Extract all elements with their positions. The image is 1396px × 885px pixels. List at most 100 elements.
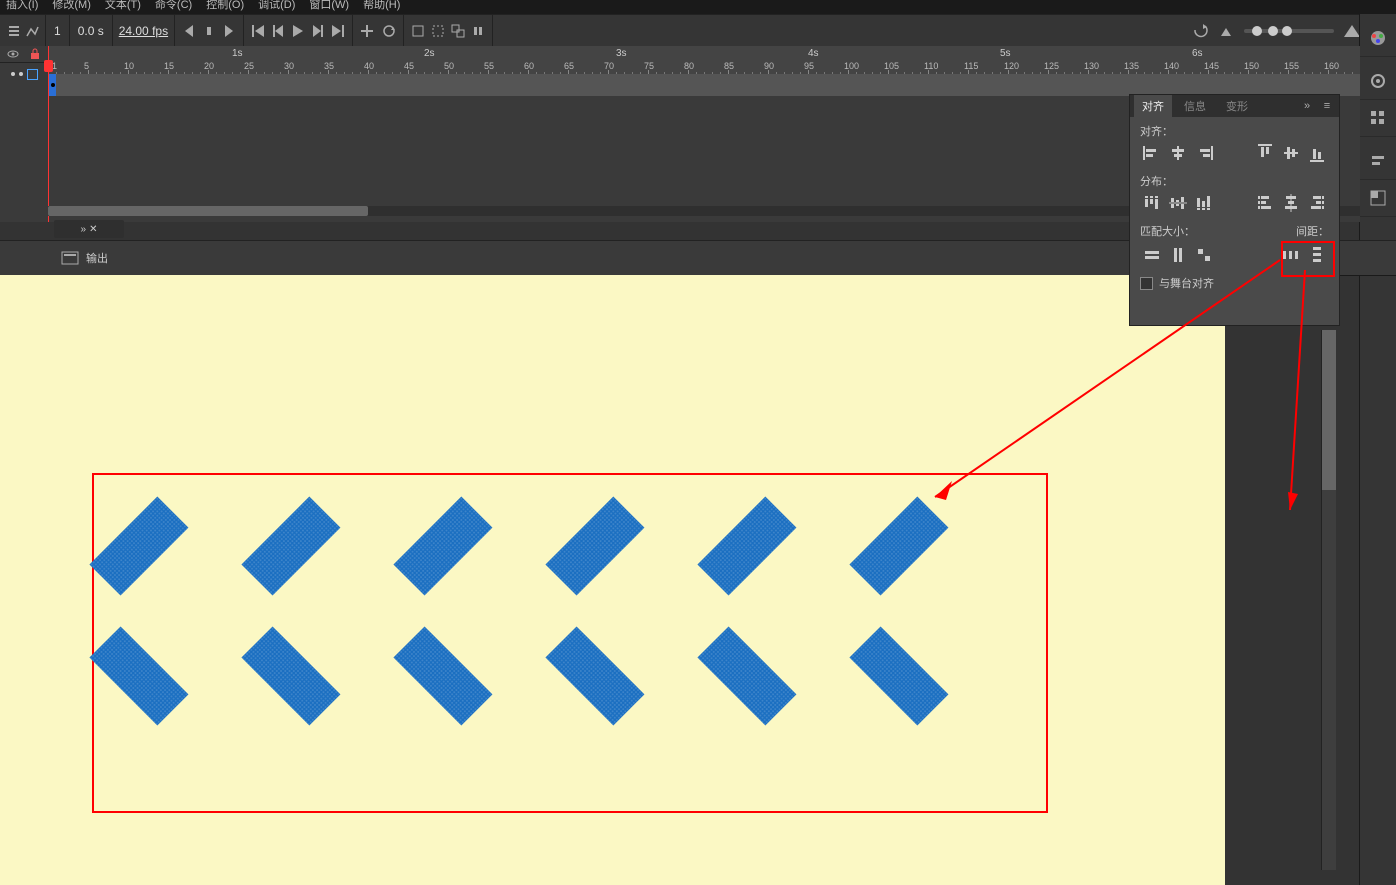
menu-control[interactable]: 控制(O) bbox=[206, 0, 244, 12]
tab-info[interactable]: 信息 bbox=[1176, 95, 1214, 117]
to-stage-checkbox[interactable] bbox=[1140, 277, 1153, 290]
menu-modify[interactable]: 修改(M) bbox=[52, 0, 91, 12]
timeline-track[interactable] bbox=[48, 74, 1360, 96]
dock-properties-icon[interactable] bbox=[1360, 63, 1396, 100]
distribute-top-icon[interactable] bbox=[1140, 193, 1164, 213]
match-height-icon[interactable] bbox=[1166, 245, 1190, 265]
menu-text[interactable]: 文本(T) bbox=[105, 0, 141, 12]
layer-visible-icon[interactable] bbox=[11, 72, 15, 76]
ruler-frame-number: 55 bbox=[484, 61, 494, 71]
playhead[interactable] bbox=[48, 46, 49, 222]
align-hcenter-icon[interactable] bbox=[1166, 143, 1190, 163]
ruler-frame-number: 25 bbox=[244, 61, 254, 71]
ruler-second-label: 4s bbox=[808, 48, 819, 59]
edit-multiple-icon[interactable] bbox=[450, 23, 466, 39]
ruler-frame-number: 65 bbox=[564, 61, 574, 71]
stage-container bbox=[0, 275, 1336, 885]
ruler-frame-number: 50 bbox=[444, 61, 454, 71]
timeline-menu-icon[interactable] bbox=[6, 23, 22, 39]
chevron-shape[interactable] bbox=[257, 510, 385, 710]
align-right-icon[interactable] bbox=[1192, 143, 1216, 163]
step-forward-icon[interactable] bbox=[310, 23, 326, 39]
chevron-shape[interactable] bbox=[561, 510, 689, 710]
elapsed-time: 0.0 s bbox=[76, 24, 106, 38]
align-top-icon[interactable] bbox=[1253, 143, 1277, 163]
loop-icon[interactable] bbox=[381, 23, 397, 39]
menu-insert[interactable]: 插入(I) bbox=[6, 0, 38, 12]
ruler-second-label: 6s bbox=[1192, 48, 1203, 59]
layer-outline-icon[interactable] bbox=[27, 69, 38, 80]
ruler-frame-number: 125 bbox=[1044, 61, 1059, 71]
chevron-shape[interactable] bbox=[865, 510, 993, 710]
ruler-frame-number: 140 bbox=[1164, 61, 1179, 71]
menu-debug[interactable]: 调试(D) bbox=[258, 0, 295, 12]
keyframe-1[interactable] bbox=[48, 74, 56, 96]
timeline-ruler[interactable]: 1s2s3s4s5s6s1510152025303540455055606570… bbox=[48, 46, 1360, 75]
ruler-second-label: 5s bbox=[1000, 48, 1011, 59]
ruler-frame-number: 40 bbox=[364, 61, 374, 71]
space-horizontal-icon[interactable] bbox=[1279, 245, 1303, 265]
ruler-frame-number: 15 bbox=[164, 61, 174, 71]
zoom-large-icon[interactable] bbox=[1344, 23, 1360, 39]
chevron-shape[interactable] bbox=[409, 510, 537, 710]
visibility-column-icon[interactable] bbox=[5, 46, 21, 62]
space-vertical-icon[interactable] bbox=[1305, 245, 1329, 265]
panel-collapse-icon[interactable]: » bbox=[1299, 98, 1315, 114]
distribute-vcenter-icon[interactable] bbox=[1166, 193, 1190, 213]
lock-column-icon[interactable] bbox=[27, 46, 43, 62]
onion-outline-icon[interactable] bbox=[430, 23, 446, 39]
layer-lock-icon[interactable] bbox=[19, 72, 23, 76]
menu-commands[interactable]: 命令(C) bbox=[155, 0, 192, 12]
output-label[interactable]: 输出 bbox=[86, 250, 108, 266]
zoom-small-icon[interactable] bbox=[1218, 23, 1234, 39]
insert-frame-icon[interactable] bbox=[359, 23, 375, 39]
dock-swatches-icon[interactable] bbox=[1360, 180, 1396, 217]
align-vcenter-icon[interactable] bbox=[1279, 143, 1303, 163]
ruler-frame-number: 130 bbox=[1084, 61, 1099, 71]
zoom-slider[interactable] bbox=[1244, 29, 1334, 33]
layer-row[interactable] bbox=[0, 63, 48, 85]
distribute-right-icon[interactable] bbox=[1305, 193, 1329, 213]
ruler-frame-number: 35 bbox=[324, 61, 334, 71]
chevron-shape[interactable] bbox=[105, 510, 233, 710]
ruler-frame-number: 160 bbox=[1324, 61, 1339, 71]
graph-icon[interactable] bbox=[24, 23, 40, 39]
panel-collapse-handle[interactable]: »✕ bbox=[48, 219, 130, 239]
menu-help[interactable]: 帮助(H) bbox=[363, 0, 400, 12]
distribute-hcenter-icon[interactable] bbox=[1279, 193, 1303, 213]
goto-first-frame-icon[interactable] bbox=[250, 23, 266, 39]
prev-keyframe-icon[interactable] bbox=[181, 23, 197, 39]
match-width-icon[interactable] bbox=[1140, 245, 1164, 265]
dock-library-icon[interactable] bbox=[1360, 100, 1396, 137]
distribute-left-icon[interactable] bbox=[1253, 193, 1277, 213]
match-both-icon[interactable] bbox=[1192, 245, 1216, 265]
ruler-frame-number: 135 bbox=[1124, 61, 1139, 71]
stage-vertical-scrollbar[interactable] bbox=[1321, 330, 1336, 870]
panel-menu-icon[interactable]: ≡ bbox=[1319, 98, 1335, 114]
fps-value[interactable]: 24.00 fps bbox=[119, 24, 168, 38]
ruler-frame-number: 10 bbox=[124, 61, 134, 71]
chevron-shape[interactable] bbox=[713, 510, 841, 710]
align-left-icon[interactable] bbox=[1140, 143, 1164, 163]
center-frame-icon[interactable] bbox=[1192, 23, 1208, 39]
distribute-bottom-icon[interactable] bbox=[1192, 193, 1216, 213]
dock-align-icon[interactable] bbox=[1360, 143, 1396, 180]
keyframe-marker-icon[interactable] bbox=[201, 23, 217, 39]
align-bottom-icon[interactable] bbox=[1305, 143, 1329, 163]
match-size-label: 匹配大小： bbox=[1140, 223, 1195, 239]
tab-transform[interactable]: 变形 bbox=[1218, 95, 1256, 117]
goto-last-frame-icon[interactable] bbox=[330, 23, 346, 39]
play-icon[interactable] bbox=[290, 23, 306, 39]
to-stage-label: 与舞台对齐 bbox=[1159, 275, 1214, 291]
menu-window[interactable]: 窗口(W) bbox=[309, 0, 349, 12]
layer-controls bbox=[0, 46, 49, 222]
next-keyframe-icon[interactable] bbox=[221, 23, 237, 39]
step-back-icon[interactable] bbox=[270, 23, 286, 39]
dock-color-icon[interactable] bbox=[1360, 20, 1396, 57]
ruler-frame-number: 45 bbox=[404, 61, 414, 71]
stage[interactable] bbox=[0, 275, 1225, 885]
tab-align[interactable]: 对齐 bbox=[1134, 95, 1172, 117]
onion-markers-icon[interactable] bbox=[470, 23, 486, 39]
current-frame[interactable]: 1 bbox=[52, 24, 63, 38]
onion-skin-icon[interactable] bbox=[410, 23, 426, 39]
